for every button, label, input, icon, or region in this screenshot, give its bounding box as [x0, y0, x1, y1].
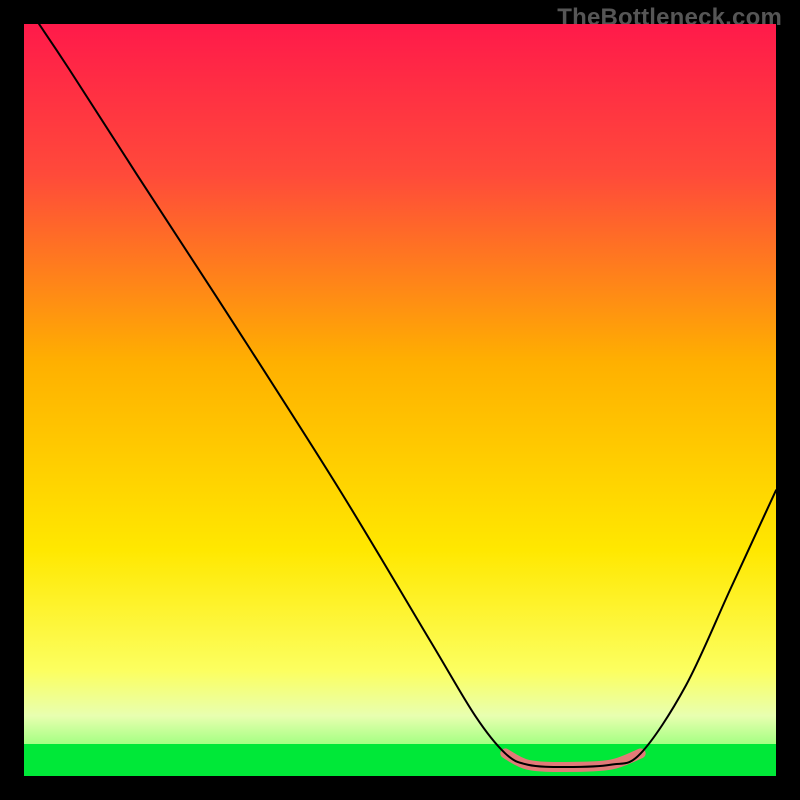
bottleneck-curve-path: [39, 24, 776, 767]
curve-svg: [24, 24, 776, 776]
plot-area: [24, 24, 776, 776]
chart-canvas: TheBottleneck.com: [0, 0, 800, 800]
